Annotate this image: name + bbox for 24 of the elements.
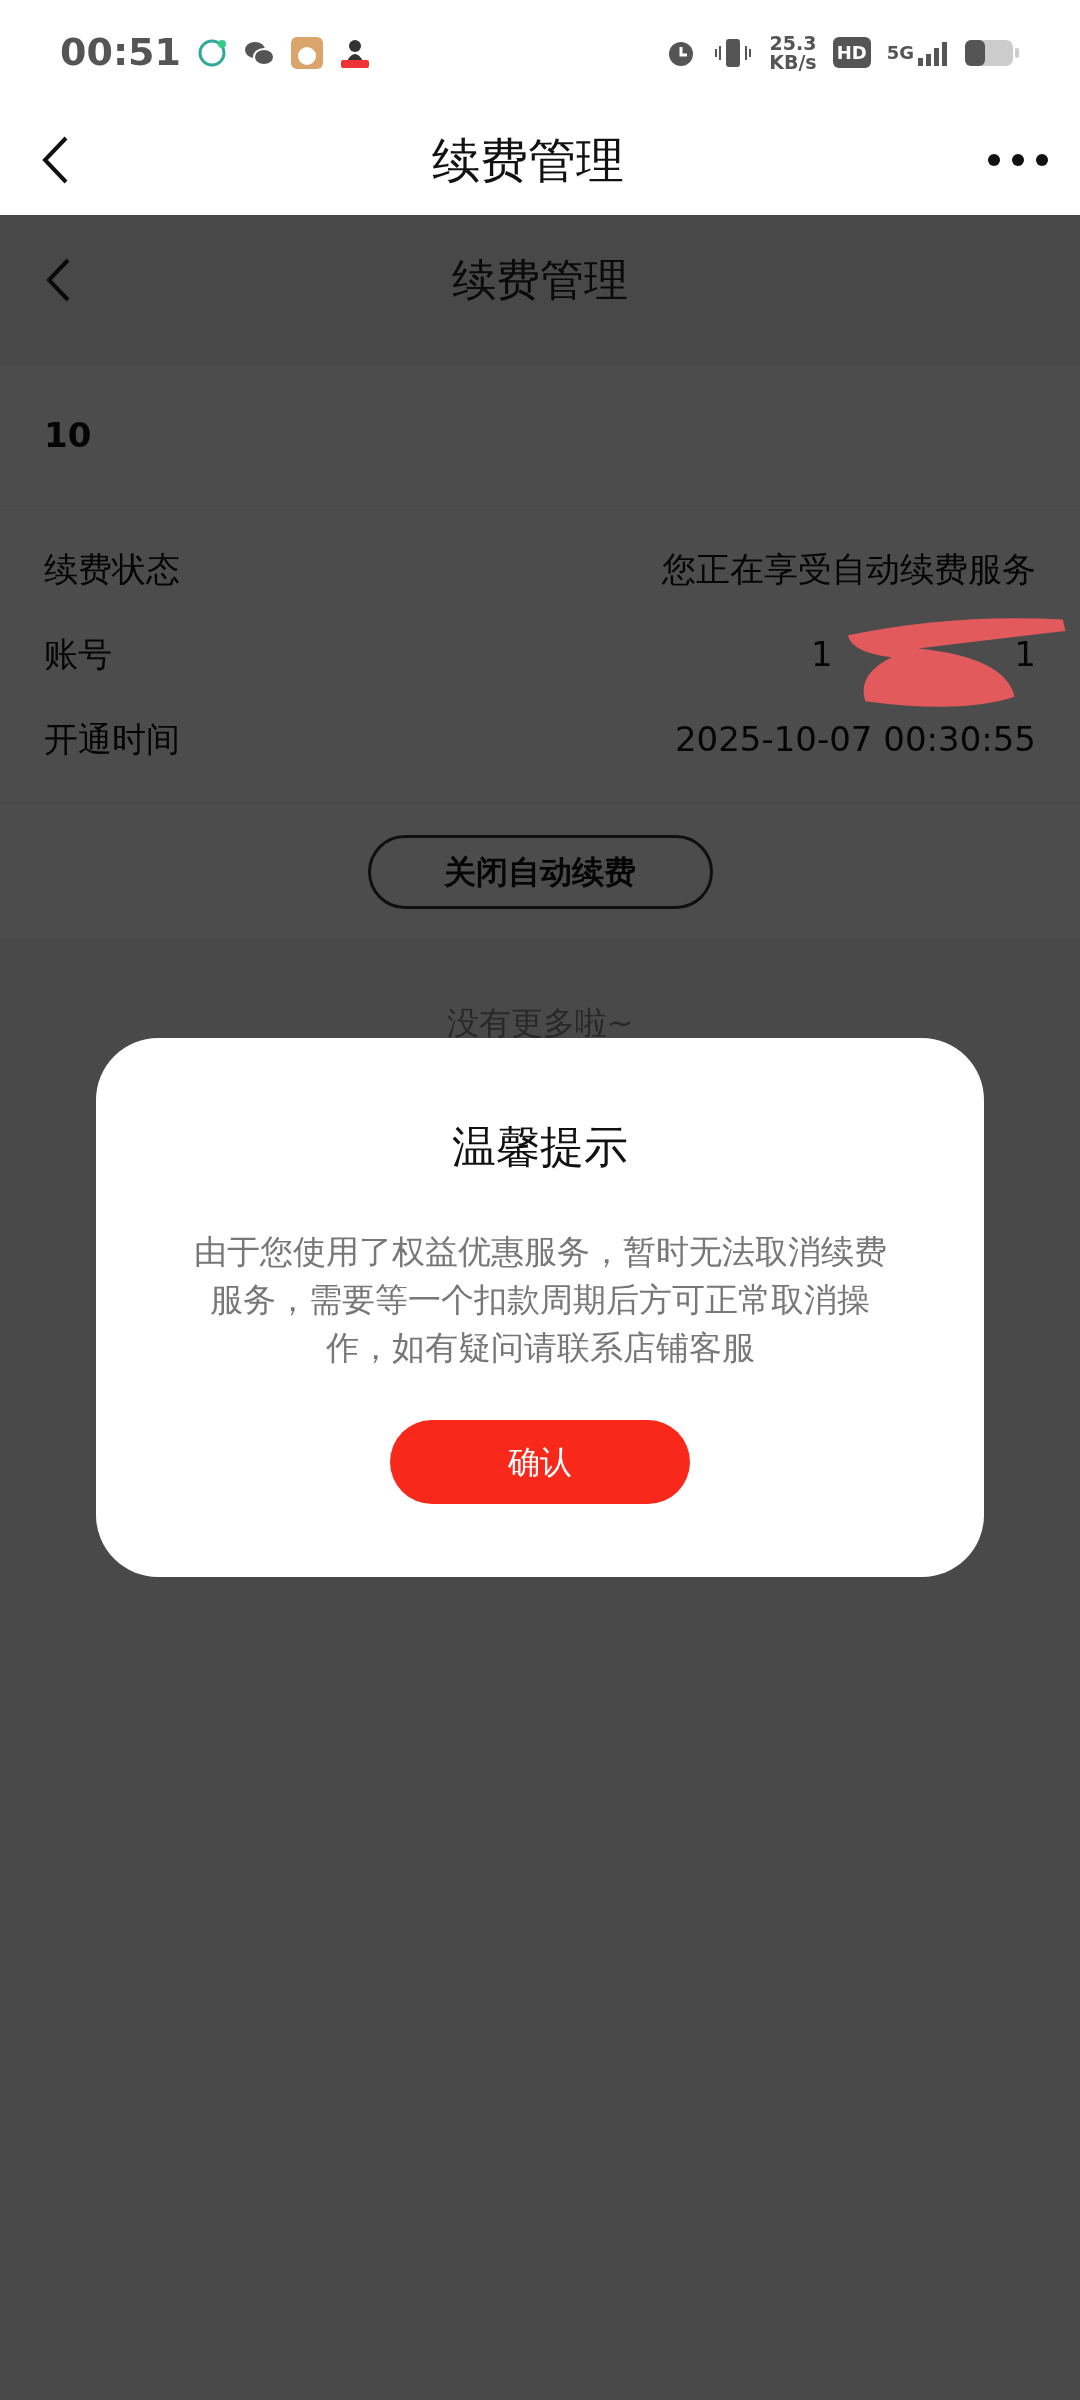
more-icon[interactable] [986, 152, 1050, 168]
back-icon[interactable] [40, 135, 70, 185]
row-value: 您正在享受自动续费服务 [662, 548, 1036, 591]
dialog-message: 由于您使用了权益优惠服务，暂时无法取消续费服务，需要等一个扣款周期后方可正常取消操作，如有疑问请联系店铺客服 [192, 1231, 888, 1369]
vibrate-icon [713, 36, 754, 69]
network-speed: 25.3 [769, 33, 817, 53]
hd-indicator: HD [832, 37, 871, 68]
row-label: 开通时间 [44, 718, 180, 761]
account-fragment: 1 [1014, 633, 1036, 676]
account-fragment: 1 [811, 633, 833, 676]
app-icon [290, 36, 323, 69]
battery-icon [964, 38, 1020, 67]
app-title: 续费管理 [432, 131, 624, 190]
clock-time: 00:51 [60, 29, 181, 76]
confirm-button[interactable]: 确认 [390, 1420, 690, 1504]
plan-name: 10 [44, 413, 92, 457]
signal-icon [918, 42, 948, 66]
row-label: 续费状态 [44, 548, 180, 591]
page-title: 续费管理 [452, 253, 628, 307]
row-label: 账号 [44, 633, 112, 676]
network-type: 5G [886, 41, 914, 65]
speed-unit: KB/s [769, 52, 817, 72]
row-value: 2025-10-07 00:30:55 [674, 718, 1036, 761]
dialog-title: 温馨提示 [452, 1120, 628, 1174]
